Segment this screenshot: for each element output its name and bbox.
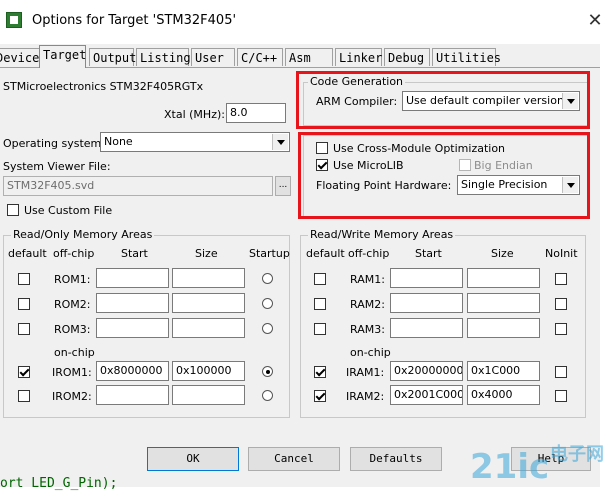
irom1-startup-radio[interactable] [262,366,273,377]
use-custom-file-label: Use Custom File [24,204,113,217]
device-name: STMicroelectronics STM32F405RGTx [3,80,204,93]
ok-button[interactable]: OK [147,447,239,471]
irom1-start-input[interactable]: 0x8000000 [96,361,169,381]
highlight-box-options [298,132,590,219]
tab-asm[interactable]: Asm [285,48,333,66]
irom2-label: IROM2: [52,390,92,403]
keil-app-icon [6,12,22,28]
watermark-main-text: 21ic [470,447,549,487]
irom1-label: IROM1: [52,366,92,379]
iram2-size-input[interactable]: 0x4000 [467,385,540,405]
rom3-start-input[interactable] [96,318,169,338]
ram2-default-checkbox[interactable] [314,298,326,310]
ram3-noinit-checkbox[interactable] [555,323,567,335]
tab-listing[interactable]: Listing [136,48,191,66]
xtal-input[interactable]: 8.0 [226,103,286,123]
rom2-start-input[interactable] [96,293,169,313]
ram1-start-input[interactable] [390,268,463,288]
ro-header-size: Size [195,247,218,260]
os-label: Operating system: [3,137,105,150]
site-watermark: 21ic 电子网 [470,443,604,487]
tab-linker[interactable]: Linker [335,48,382,66]
rom1-default-checkbox[interactable] [18,273,30,285]
rw-header-default: default [306,247,345,260]
iram1-size-input[interactable]: 0x1C000 [467,361,540,381]
rom2-startup-radio[interactable] [262,298,273,309]
rw-onchip-label: on-chip [350,346,391,359]
os-select[interactable]: None [100,132,290,152]
tab-cpp[interactable]: C/C++ [237,48,283,66]
os-select-value: None [104,135,133,148]
svf-label: System Viewer File: [3,160,111,173]
irom2-default-checkbox[interactable] [18,390,30,402]
iram1-label: IRAM1: [346,366,385,379]
iram2-noinit-checkbox[interactable] [555,390,567,402]
highlight-box-compiler [296,71,590,129]
tab-output[interactable]: Output [89,48,136,66]
iram2-default-checkbox[interactable] [314,390,326,402]
ram3-label: RAM3: [350,323,385,336]
svf-input: STM32F405.svd [3,176,273,196]
rw-header-offchip: off-chip [348,247,390,260]
use-custom-file-checkbox[interactable] [7,204,19,216]
ram1-size-input[interactable] [467,268,540,288]
rom3-label: ROM3: [54,323,91,336]
watermark-sub-text: 电子网 [550,443,604,465]
ram3-default-checkbox[interactable] [314,323,326,335]
rom1-label: ROM1: [54,273,91,286]
iram2-start-input[interactable]: 0x2001C000 [390,385,463,405]
tab-debug[interactable]: Debug [384,48,430,66]
ro-header-start: Start [121,247,148,260]
rw-header-start: Start [415,247,442,260]
rom3-default-checkbox[interactable] [18,323,30,335]
rom3-size-input[interactable] [172,318,245,338]
rom1-start-input[interactable] [96,268,169,288]
irom2-size-input[interactable] [172,385,245,405]
rw-memory-title: Read/Write Memory Areas [308,228,456,241]
rw-header-size: Size [491,247,514,260]
ram1-default-checkbox[interactable] [314,273,326,285]
rom2-default-checkbox[interactable] [18,298,30,310]
rw-header-noinit: NoInit [545,247,578,260]
iram2-label: IRAM2: [346,390,385,403]
tab-utilities[interactable]: Utilities [432,48,501,66]
irom1-default-checkbox[interactable] [18,366,30,378]
rom2-size-input[interactable] [172,293,245,313]
close-icon[interactable]: ✕ [580,8,610,34]
rom1-size-input[interactable] [172,268,245,288]
chevron-down-icon[interactable] [272,134,288,150]
iram1-noinit-checkbox[interactable] [555,366,567,378]
tab-divider [0,67,600,68]
svf-browse-button[interactable]: ... [275,176,291,196]
ram2-noinit-checkbox[interactable] [555,298,567,310]
ro-onchip-label: on-chip [54,346,95,359]
rom3-startup-radio[interactable] [262,323,273,334]
ro-memory-title: Read/Only Memory Areas [11,228,155,241]
ro-header-default: default [8,247,47,260]
cancel-button[interactable]: Cancel [248,447,340,471]
irom1-size-input[interactable]: 0x100000 [172,361,245,381]
defaults-button[interactable]: Defaults [350,447,442,471]
ram1-noinit-checkbox[interactable] [555,273,567,285]
ram3-start-input[interactable] [390,318,463,338]
ram1-label: RAM1: [350,273,385,286]
xtal-label: Xtal (MHz): [164,108,225,121]
irom2-startup-radio[interactable] [262,390,273,401]
ram2-size-input[interactable] [467,293,540,313]
tab-target[interactable]: Target [39,45,86,68]
ram2-label: RAM2: [350,298,385,311]
tab-user[interactable]: User [191,48,235,66]
irom2-start-input[interactable] [96,385,169,405]
iram1-default-checkbox[interactable] [314,366,326,378]
ram2-start-input[interactable] [390,293,463,313]
ro-header-startup: Startup [249,247,290,260]
rom2-label: ROM2: [54,298,91,311]
rom1-startup-radio[interactable] [262,273,273,284]
ro-header-offchip: off-chip [53,247,95,260]
editor-background-strip [600,44,615,487]
background-code-line: ort LED_G_Pin); [0,476,118,491]
ram3-size-input[interactable] [467,318,540,338]
window-title: Options for Target 'STM32F405' [32,13,237,28]
iram1-start-input[interactable]: 0x20000000 [390,361,463,381]
